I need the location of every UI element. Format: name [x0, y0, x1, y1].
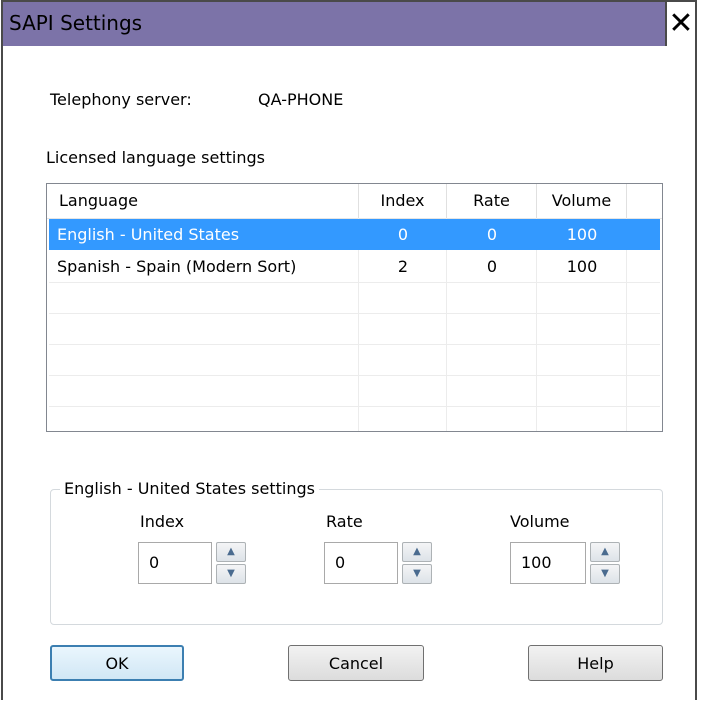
chevron-down-icon: ▼: [227, 568, 235, 579]
chevron-down-icon: ▼: [413, 568, 421, 579]
index-spinner: ▲ ▼: [216, 542, 246, 584]
volume-label: Volume: [510, 512, 570, 531]
cell-language: English - United States: [57, 225, 240, 244]
close-icon: ✕: [668, 6, 694, 41]
row-gridline: [49, 344, 660, 345]
row-gridline: [49, 375, 660, 376]
row-gridline: [49, 406, 660, 407]
cell-rate: 0: [486, 225, 498, 244]
row-gridline: [49, 282, 660, 283]
volume-spin-down-button[interactable]: ▼: [590, 564, 620, 584]
language-list[interactable]: Language Index Rate Volume English - Uni…: [46, 183, 663, 432]
rate-input[interactable]: 0: [324, 542, 398, 584]
title-bar: SAPI Settings ✕: [3, 2, 695, 46]
list-header: Language Index Rate Volume: [47, 184, 662, 219]
index-label: Index: [140, 512, 185, 531]
help-button[interactable]: Help: [528, 645, 663, 681]
close-button[interactable]: ✕: [665, 2, 695, 46]
column-header-volume[interactable]: Volume: [537, 184, 627, 218]
index-spin-down-button[interactable]: ▼: [216, 564, 246, 584]
column-header-language[interactable]: Language: [47, 184, 359, 218]
chevron-up-icon: ▲: [227, 546, 235, 557]
cell-index: 2: [397, 257, 409, 276]
telephony-server-label: Telephony server:: [50, 90, 192, 109]
cell-rate: 0: [486, 257, 498, 276]
rate-label: Rate: [326, 512, 363, 531]
row-gridline: [49, 313, 660, 314]
chevron-up-icon: ▲: [601, 546, 609, 557]
rate-spin-down-button[interactable]: ▼: [402, 564, 432, 584]
table-row-english[interactable]: English - United States 0 0 100: [49, 219, 660, 250]
ok-button[interactable]: OK: [50, 645, 184, 681]
telephony-server-value: QA-PHONE: [258, 90, 344, 109]
index-input[interactable]: 0: [138, 542, 212, 584]
chevron-up-icon: ▲: [413, 546, 421, 557]
cell-volume: 100: [566, 225, 598, 244]
rate-spin-up-button[interactable]: ▲: [402, 542, 432, 562]
table-row-spanish[interactable]: Spanish - Spain (Modern Sort) 2 0 100: [49, 251, 660, 282]
volume-spin-up-button[interactable]: ▲: [590, 542, 620, 562]
index-spin-up-button[interactable]: ▲: [216, 542, 246, 562]
column-header-index[interactable]: Index: [359, 184, 447, 218]
volume-spinner: ▲ ▼: [590, 542, 620, 584]
rate-spinner: ▲ ▼: [402, 542, 432, 584]
window-title: SAPI Settings: [9, 11, 143, 35]
language-settings-group-label: English - United States settings: [60, 479, 319, 498]
cell-index: 0: [397, 225, 409, 244]
licensed-language-settings-label: Licensed language settings: [46, 148, 265, 167]
volume-input[interactable]: 100: [510, 542, 586, 584]
cancel-button[interactable]: Cancel: [288, 645, 424, 681]
chevron-down-icon: ▼: [601, 568, 609, 579]
cell-language: Spanish - Spain (Modern Sort): [57, 257, 297, 276]
cell-volume: 100: [566, 257, 598, 276]
column-header-rate[interactable]: Rate: [447, 184, 537, 218]
